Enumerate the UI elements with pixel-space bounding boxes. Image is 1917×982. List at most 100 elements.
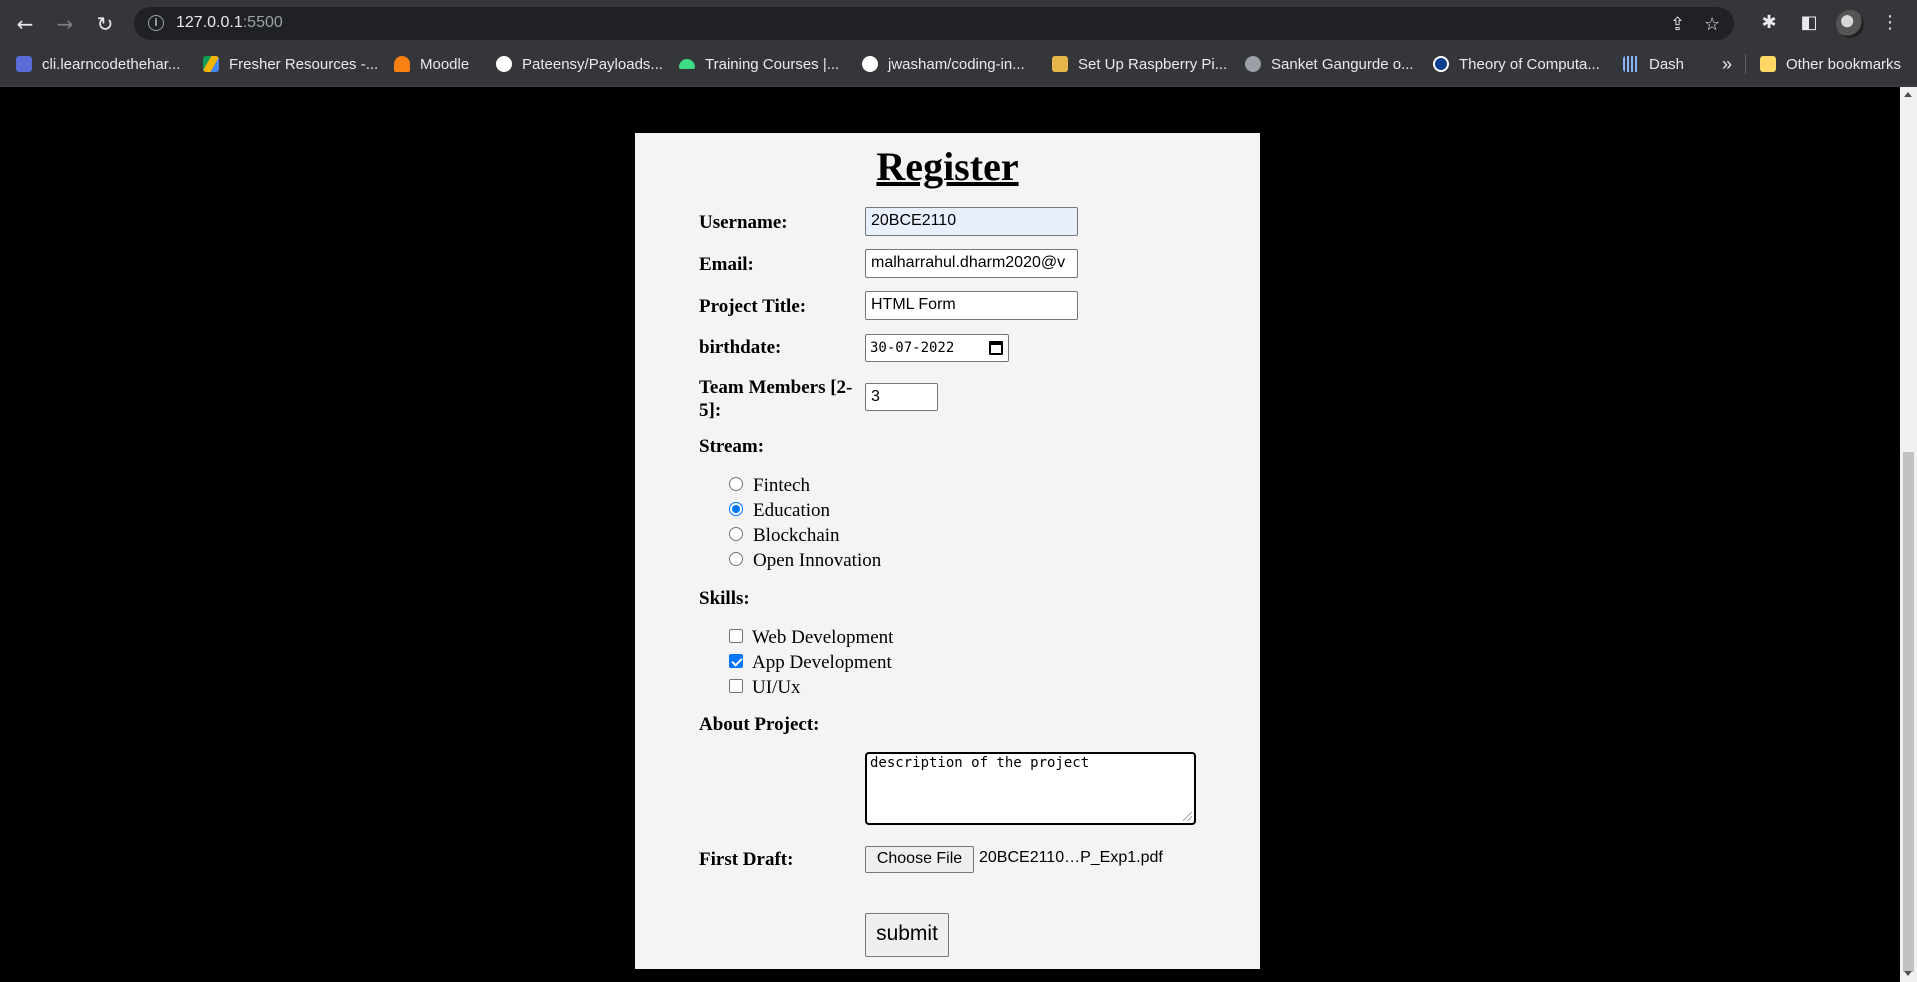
about-project-label: About Project: [699, 714, 820, 735]
bookmark-label: Theory of Computa... [1459, 55, 1600, 73]
checkbox-checked[interactable] [729, 654, 743, 668]
bookmark-star-icon[interactable]: ☆ [1704, 14, 1720, 35]
bookmark-label: Pateensy/Payloads... [522, 55, 663, 73]
project-title-label: Project Title: [699, 296, 807, 317]
bookmark-item[interactable]: Fresher Resources -... [203, 53, 378, 75]
address-url[interactable]: 127.0.0.1:5500 [176, 14, 283, 32]
skill-option-app-development[interactable]: App Development [729, 652, 892, 674]
form-title: Register [876, 144, 1019, 189]
extensions-puzzle-icon[interactable]: ✱ [1757, 11, 1781, 35]
other-bookmarks-label: Other bookmarks [1786, 55, 1902, 73]
back-arrow-icon[interactable]: ← [12, 11, 38, 37]
resize-handle-icon[interactable] [1183, 812, 1192, 821]
bookmark-item[interactable]: cli.learncodethehar... [16, 53, 180, 75]
bookmark-label: Set Up Raspberry Pi... [1078, 55, 1228, 73]
forward-arrow-icon[interactable]: → [52, 11, 78, 37]
project-title-input[interactable]: HTML Form [865, 291, 1078, 320]
globe-icon [1245, 56, 1261, 72]
page-scrollbar[interactable] [1900, 87, 1917, 982]
scrollbar-thumb[interactable] [1903, 452, 1914, 972]
register-form: Register Username: 20BCE2110 Email: malh… [635, 133, 1260, 969]
radio-button[interactable] [729, 527, 743, 541]
bookmark-label: jwasham/coding-in... [888, 55, 1025, 73]
username-input[interactable]: 20BCE2110 [865, 207, 1078, 236]
folder-icon [1760, 56, 1776, 72]
bookmark-favicon-icon [16, 56, 32, 72]
bookmarks-overflow-button[interactable]: » [1722, 53, 1732, 75]
team-members-label-line2: 5]: [699, 400, 722, 421]
bookmark-item[interactable]: Sanket Gangurde o... [1245, 53, 1414, 75]
username-label: Username: [699, 212, 788, 233]
bookmark-item[interactable]: Pateensy/Payloads... [496, 53, 663, 75]
browser-toolbar: ← → ↻ i 127.0.0.1:5500 ⇪ ☆ ✱ ◧ ⋮ [0, 0, 1917, 47]
stream-option-label: Fintech [753, 475, 810, 496]
bookmark-label: Sanket Gangurde o... [1271, 55, 1414, 73]
skill-option-label: Web Development [752, 627, 894, 648]
stream-option-blockchain[interactable]: Blockchain [729, 525, 840, 547]
bookmark-item[interactable]: Moodle [394, 53, 469, 75]
moodle-icon [394, 56, 410, 72]
profile-avatar[interactable] [1836, 10, 1864, 38]
other-bookmarks-folder[interactable]: Other bookmarks [1760, 53, 1901, 75]
address-bar[interactable]: i 127.0.0.1:5500 ⇪ ☆ [134, 7, 1734, 40]
team-members-input[interactable]: 3 [865, 383, 938, 411]
skill-option-label: UI/Ux [752, 677, 801, 698]
bookmark-label: cli.learncodethehar... [42, 55, 181, 73]
stream-option-education[interactable]: Education [729, 500, 830, 522]
site-favicon-icon [1433, 56, 1449, 72]
team-members-label-line1: Team Members [2- [699, 377, 853, 398]
calendar-icon[interactable] [989, 341, 1003, 355]
stream-label: Stream: [699, 436, 765, 457]
bookmark-item[interactable]: Set Up Raspberry Pi... [1052, 53, 1227, 75]
bookmarks-divider [1745, 54, 1746, 74]
about-project-textarea[interactable]: description of the project [865, 752, 1196, 825]
browser-chrome: ← → ↻ i 127.0.0.1:5500 ⇪ ☆ ✱ ◧ ⋮ cli.lea… [0, 0, 1917, 87]
stream-option-label: Blockchain [753, 525, 840, 546]
stream-option-label: Education [753, 500, 831, 521]
skill-option-label: App Development [752, 652, 892, 673]
email-label: Email: [699, 254, 754, 275]
birthdate-input[interactable]: 30-07-2022 [865, 334, 1009, 362]
radio-button[interactable] [729, 477, 743, 491]
skill-option-web-development[interactable]: Web Development [729, 627, 893, 649]
bookmark-label: Fresher Resources -... [229, 55, 379, 73]
github-icon [496, 56, 512, 72]
bookmark-item[interactable]: Training Courses |... [679, 53, 839, 75]
google-drive-icon [203, 56, 219, 72]
bookmark-label: Moodle [420, 55, 470, 73]
checkbox[interactable] [729, 679, 743, 693]
raspberry-pi-icon [1052, 56, 1068, 72]
side-panel-icon[interactable]: ◧ [1797, 11, 1821, 35]
github-icon [862, 56, 878, 72]
android-icon [679, 59, 695, 69]
bookmark-label: Training Courses |... [705, 55, 840, 73]
stream-option-open-innovation[interactable]: Open Innovation [729, 550, 881, 572]
scroll-up-arrow-icon[interactable] [1904, 92, 1912, 97]
dash-icon [1623, 56, 1639, 72]
bookmark-item[interactable]: Dash [1623, 53, 1684, 75]
overflow-chevron-icon: » [1722, 53, 1733, 74]
about-project-text: description of the project [870, 755, 1090, 771]
first-draft-label: First Draft: [699, 849, 794, 870]
chrome-divider [0, 85, 1917, 87]
site-info-icon[interactable]: i [148, 15, 164, 31]
radio-button-selected[interactable] [729, 502, 743, 516]
bookmark-item[interactable]: jwasham/coding-in... [862, 53, 1025, 75]
choose-file-button[interactable]: Choose File [865, 846, 974, 873]
reload-icon[interactable]: ↻ [92, 11, 118, 37]
stream-option-label: Open Innovation [753, 550, 882, 571]
team-members-label: Team Members [2- 5]: [699, 376, 852, 422]
skill-option-ui-ux[interactable]: UI/Ux [729, 677, 801, 699]
stream-option-fintech[interactable]: Fintech [729, 475, 810, 497]
scroll-down-arrow-icon[interactable] [1904, 971, 1912, 976]
checkbox[interactable] [729, 629, 743, 643]
share-icon[interactable]: ⇪ [1670, 14, 1685, 35]
radio-button[interactable] [729, 552, 743, 566]
bookmark-item[interactable]: Theory of Computa... [1433, 53, 1600, 75]
kebab-menu-icon[interactable]: ⋮ [1878, 11, 1902, 35]
birthdate-value: 30-07-2022 [870, 340, 955, 356]
selected-file-name: 20BCE2110…P_Exp1.pdf [979, 849, 1163, 866]
email-input[interactable]: malharrahul.dharm2020@v [865, 249, 1078, 278]
submit-button[interactable]: submit [865, 913, 949, 957]
bookmark-label: Dash [1649, 55, 1685, 73]
